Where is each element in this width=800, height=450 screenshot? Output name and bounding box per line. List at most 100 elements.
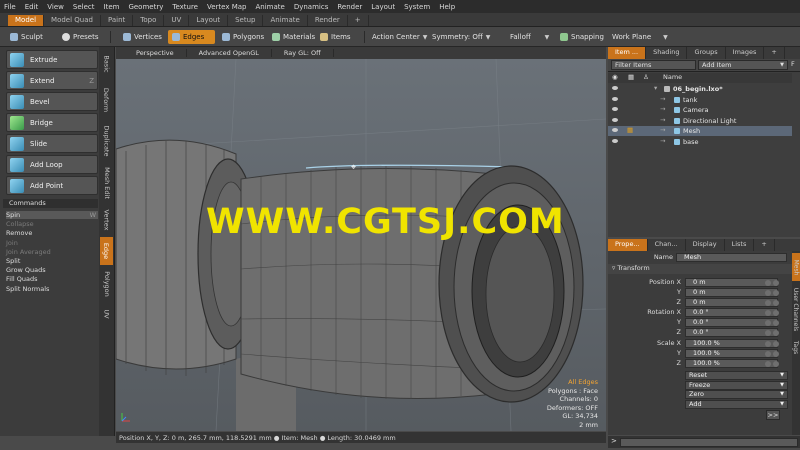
expand-more-button[interactable]: >> — [766, 410, 780, 420]
layout-tab-layout[interactable]: Layout — [189, 15, 229, 26]
symmetry-dropdown[interactable]: Symmetry: Off ▼ — [428, 30, 494, 44]
channel-dot-icon[interactable] — [773, 341, 779, 347]
menu-item-select[interactable]: Select — [73, 3, 95, 11]
keyframe-dot-icon[interactable] — [765, 310, 771, 316]
action-center-dropdown[interactable]: Action Center ▼ — [368, 30, 431, 44]
layout-tab-uv[interactable]: UV — [164, 15, 190, 26]
tool-extend-button[interactable]: Extend Z — [6, 71, 98, 90]
expand-triangle-icon[interactable]: ▾ — [654, 84, 657, 92]
panel-tab-groups[interactable]: Groups — [687, 47, 726, 59]
add-item-dropdown[interactable]: Add Item ▼ — [698, 60, 788, 70]
keyframe-dot-icon[interactable] — [765, 361, 771, 367]
tool-tab-vertex[interactable]: Vertex — [100, 205, 113, 235]
channel-dot-icon[interactable] — [773, 351, 779, 357]
layout-tab-setup[interactable]: Setup — [228, 15, 264, 26]
work-plane-dropdown[interactable]: Work Plane ▼ — [608, 30, 672, 44]
menu-item-texture[interactable]: Texture — [172, 3, 198, 11]
keyframe-dot-icon[interactable] — [765, 320, 771, 326]
items-mode-button[interactable]: Items — [316, 30, 355, 44]
tool-slide-button[interactable]: Slide — [6, 134, 98, 153]
panel-tab-item[interactable]: Item ... — [608, 47, 647, 59]
menu-item-layout[interactable]: Layout — [371, 3, 395, 11]
channel-dot-icon[interactable] — [773, 290, 779, 296]
add-panel-tab-button[interactable]: + — [764, 47, 785, 59]
layout-tab-animate[interactable]: Animate — [263, 15, 308, 26]
tool-bridge-button[interactable]: Bridge — [6, 113, 98, 132]
visibility-eye-icon[interactable] — [612, 96, 618, 101]
add-dropdown[interactable]: Add ▼ — [685, 399, 788, 409]
properties-side-tab-user-channels[interactable]: User Channels — [792, 283, 800, 335]
layout-tab-model-quad[interactable]: Model Quad — [44, 15, 101, 26]
viewport-tab-ray-gl-off[interactable]: Ray GL: Off — [272, 49, 334, 57]
tool-tab-basic[interactable]: Basic — [100, 49, 113, 79]
menu-item-dynamics[interactable]: Dynamics — [294, 3, 329, 11]
commands-header[interactable]: Commands — [3, 199, 98, 208]
item-list-row[interactable]: → Camera — [608, 105, 792, 115]
snapping-button[interactable]: Snapping — [556, 30, 608, 44]
menu-item-view[interactable]: View — [47, 3, 64, 11]
add-panel-tab-button[interactable]: + — [754, 239, 775, 251]
keyframe-dot-icon[interactable] — [765, 351, 771, 357]
presets-button[interactable]: Presets — [58, 30, 102, 44]
tool-add-point-button[interactable]: Add Point — [6, 176, 98, 195]
command-grow-quads[interactable]: Grow Quads — [6, 266, 46, 274]
add-layout-tab-button[interactable]: + — [348, 15, 369, 26]
filter-items-input[interactable]: Filter Items — [611, 60, 696, 70]
command-collapse[interactable]: Collapse — [6, 220, 34, 228]
panel-tab-chan[interactable]: Chan... — [648, 239, 686, 251]
keyframe-dot-icon[interactable] — [765, 280, 771, 286]
channel-dot-icon[interactable] — [773, 310, 779, 316]
menu-item-help[interactable]: Help — [439, 3, 455, 11]
menu-item-file[interactable]: File — [4, 3, 16, 11]
layout-tab-model[interactable]: Model — [8, 15, 45, 26]
command-split-normals[interactable]: Split Normals — [6, 285, 49, 293]
menu-item-edit[interactable]: Edit — [25, 3, 39, 11]
materials-mode-button[interactable]: Materials — [268, 30, 319, 44]
menu-item-system[interactable]: System — [404, 3, 430, 11]
item-list-row[interactable]: → base — [608, 137, 792, 147]
layout-tab-topo[interactable]: Topo — [133, 15, 165, 26]
menu-item-geometry[interactable]: Geometry — [128, 3, 163, 11]
visibility-eye-icon[interactable] — [612, 107, 618, 111]
command-remove[interactable]: Remove — [6, 229, 32, 237]
panel-tab-images[interactable]: Images — [726, 47, 765, 59]
command-spin[interactable]: Spin W — [6, 211, 98, 219]
sculpt-button[interactable]: Sculpt — [6, 30, 47, 44]
visibility-eye-icon[interactable] — [612, 128, 618, 132]
item-list-row[interactable]: ▦ → Mesh — [608, 126, 792, 136]
layout-tab-paint[interactable]: Paint — [101, 15, 134, 26]
channel-dot-icon[interactable] — [773, 320, 779, 326]
channel-dot-icon[interactable] — [773, 330, 779, 336]
tool-tab-uv[interactable]: UV — [100, 303, 113, 325]
polygons-mode-button[interactable]: Polygons — [218, 30, 268, 44]
panel-tab-shading[interactable]: Shading — [646, 47, 688, 59]
layout-tab-render[interactable]: Render — [308, 15, 348, 26]
command-split[interactable]: Split — [6, 257, 20, 265]
transform-section-header[interactable]: ▿ Transform — [608, 264, 792, 274]
menu-item-animate[interactable]: Animate — [255, 3, 284, 11]
item-list-row[interactable]: → Directional Light — [608, 116, 792, 126]
zero-dropdown[interactable]: Zero ▼ — [685, 390, 788, 399]
tool-add-loop-button[interactable]: Add Loop — [6, 155, 98, 174]
reset-dropdown[interactable]: Reset ▼ — [685, 371, 788, 380]
keyframe-dot-icon[interactable] — [765, 300, 771, 306]
keyframe-dot-icon[interactable] — [765, 330, 771, 336]
panel-tab-display[interactable]: Display — [686, 239, 725, 251]
visibility-eye-icon[interactable] — [612, 86, 618, 90]
channel-dot-icon[interactable] — [773, 300, 779, 306]
panel-tab-lists[interactable]: Lists — [725, 239, 755, 251]
menu-item-item[interactable]: Item — [104, 3, 120, 11]
3d-viewport[interactable]: ⌖ WWW.CGTSJ.COM All Edges Polygons : Fac… — [116, 59, 606, 431]
command-join[interactable]: Join — [6, 239, 18, 247]
item-list-row[interactable]: → tank — [608, 95, 792, 105]
tool-tab-edge[interactable]: Edge — [100, 237, 113, 265]
tool-bevel-button[interactable]: Bevel — [6, 92, 98, 111]
tool-tab-mesh-edit[interactable]: Mesh Edit — [100, 163, 113, 203]
keyframe-dot-icon[interactable] — [765, 341, 771, 347]
command-input[interactable] — [620, 438, 798, 447]
edges-mode-button[interactable]: Edges — [168, 30, 215, 44]
command-join-averaged[interactable]: Join Averaged — [6, 248, 51, 256]
viewport-tab-perspective[interactable]: Perspective — [124, 49, 187, 57]
properties-side-tab-tags[interactable]: Tags — [792, 337, 800, 357]
filter-options-button[interactable]: F — [791, 60, 799, 70]
